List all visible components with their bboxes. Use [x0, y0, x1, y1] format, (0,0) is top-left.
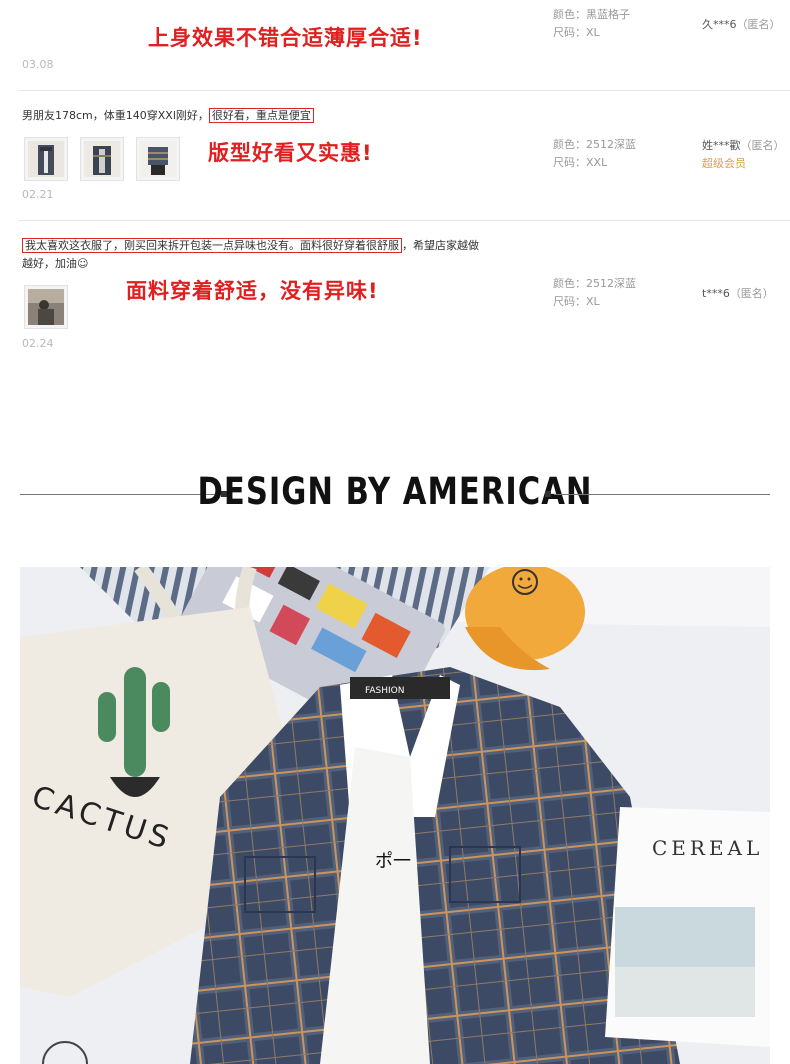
size-value: XXL [586, 156, 608, 169]
size-label: 尺码： [553, 295, 586, 308]
review-overlay-caption: 版型好看又实惠! [208, 141, 373, 165]
review-date: 03.08 [22, 58, 54, 71]
anonymous-tag: （匿名） [729, 287, 774, 300]
review-photo-thumb[interactable] [24, 285, 68, 329]
review-sku-info: 颜色：2512深蓝 尺码：XXL [553, 136, 636, 172]
magazine-title: CEREAL [652, 836, 763, 860]
review-overlay-caption: 面料穿着舒适，没有异味! [126, 279, 379, 303]
color-value: 2512深蓝 [586, 138, 636, 151]
section-heading: DESIGN BY AMERICAN [20, 470, 770, 518]
review-sku-info: 颜色：2512深蓝 尺码：XL [553, 275, 636, 311]
review-date: 02.21 [22, 188, 54, 201]
review-item: 上身效果不错合适薄厚合适! 03.08 颜色：黑蓝格子 尺码：XL 久***6（… [0, 0, 790, 90]
heading-dot-right [545, 491, 551, 497]
photo-thumbnail [84, 141, 120, 177]
cereal-magazine: CEREAL [605, 807, 770, 1047]
vip-badge: 超级会员 [702, 157, 746, 170]
photo-thumbnail [140, 141, 176, 177]
size-label: 尺码： [553, 156, 586, 169]
color-value: 黑蓝格子 [586, 8, 630, 21]
color-value: 2512深蓝 [586, 277, 636, 290]
review-sku-info: 颜色：黑蓝格子 尺码：XL [553, 6, 630, 42]
review-photo-thumb[interactable] [24, 137, 68, 181]
photo-thumbnail [28, 141, 64, 177]
product-photo: CACTUS FASHION ポ一 CEREAL [20, 567, 770, 1064]
tee-print-text: ポ一 [375, 851, 411, 872]
reviewer-name: t***6 [702, 287, 730, 300]
review-text-rest: ，希望店家越做 [402, 239, 479, 252]
review-text: 我太喜欢这衣服了，刚买回来拆开包装一点异味也没有。面料很好穿着很舒服 ，希望店家越… [22, 237, 542, 273]
reviewer: 姓***歡（匿名） 超级会员 [702, 137, 785, 173]
color-label: 颜色： [553, 8, 586, 21]
color-label: 颜色： [553, 277, 586, 290]
review-item: 男朋友178cm，体重140穿XXl刚好， 很好看，重点是便宜 版型好看又实惠! … [0, 91, 790, 221]
reviewer: t***6（匿名） [702, 285, 774, 303]
review-text-plain: 男朋友178cm，体重140穿XXl刚好， [22, 109, 209, 122]
review-text-highlight: 我太喜欢这衣服了，刚买回来拆开包装一点异味也没有。面料很好穿着很舒服 [22, 238, 402, 253]
anonymous-tag: （匿名） [740, 139, 785, 152]
review-text-highlight: 很好看，重点是便宜 [208, 108, 314, 123]
review-photo-thumb[interactable] [80, 137, 124, 181]
review-text-line2: 越好，加油☺ [22, 257, 89, 270]
reviewer-name: 姓***歡 [702, 139, 741, 152]
heading-rule-right [554, 494, 770, 495]
review-date: 02.24 [22, 337, 54, 350]
reviewer: 久***6（匿名） [702, 16, 781, 34]
product-photo-illustration: CACTUS FASHION ポ一 CEREAL [20, 567, 770, 1064]
review-photo-thumb[interactable] [136, 137, 180, 181]
review-item: 我太喜欢这衣服了，刚买回来拆开包装一点异味也没有。面料很好穿着很舒服 ，希望店家越… [0, 221, 790, 361]
review-overlay-caption: 上身效果不错合适薄厚合适! [148, 26, 423, 50]
photo-thumbnail [28, 289, 64, 325]
shirt-label-text: FASHION [365, 686, 404, 696]
size-value: XL [586, 26, 600, 39]
review-text: 男朋友178cm，体重140穿XXl刚好， 很好看，重点是便宜 [22, 107, 314, 125]
anonymous-tag: （匿名） [736, 18, 781, 31]
section-heading-text: DESIGN BY AMERICAN [197, 470, 593, 514]
size-value: XL [586, 295, 600, 308]
color-label: 颜色： [553, 138, 586, 151]
reviewer-name: 久***6 [702, 18, 737, 31]
size-label: 尺码： [553, 26, 586, 39]
